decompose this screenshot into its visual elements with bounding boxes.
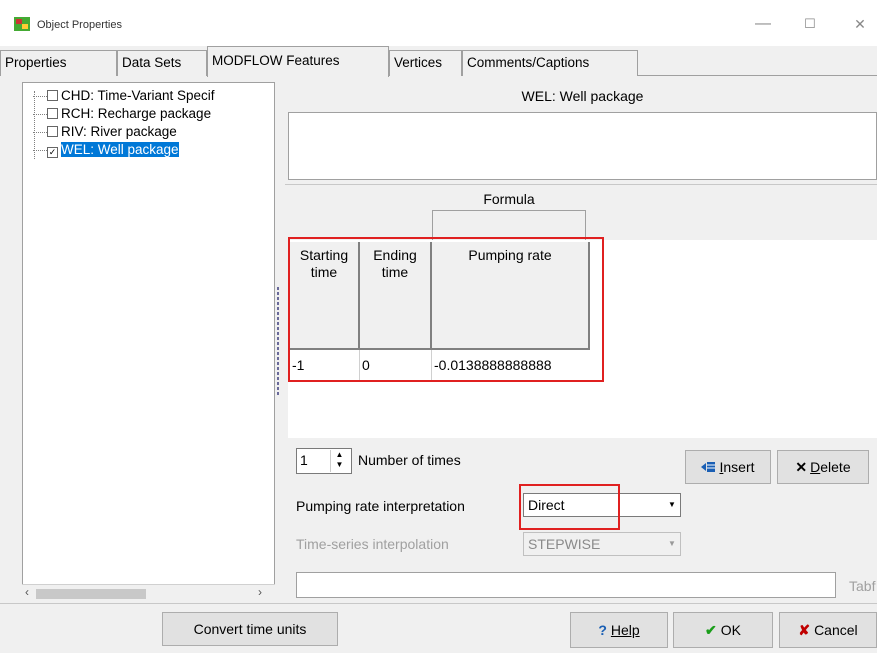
- chevron-down-icon: ▼: [668, 539, 676, 548]
- checkbox-chd[interactable]: [47, 90, 58, 101]
- splitter-grip-icon: [277, 287, 279, 397]
- tab-modflow-features[interactable]: MODFLOW Features: [207, 46, 389, 77]
- package-description-box[interactable]: [288, 112, 877, 180]
- insert-label: Insert: [719, 459, 755, 475]
- scroll-thumb[interactable]: [36, 589, 146, 599]
- title-bar: Object Properties — ☐ ✕: [0, 0, 877, 46]
- tab-data-sets[interactable]: Data Sets: [117, 50, 207, 76]
- maximize-button[interactable]: ☐: [795, 12, 825, 36]
- tree-horizontal-scrollbar[interactable]: ‹ ›: [22, 584, 275, 602]
- window-title: Object Properties: [37, 19, 122, 31]
- tab-text-field[interactable]: [296, 572, 836, 598]
- delete-label: Delete: [810, 459, 851, 475]
- tree-item-chd[interactable]: CHD: Time-Variant Specif: [23, 87, 215, 105]
- number-of-times-value[interactable]: 1: [300, 452, 308, 468]
- minimize-button[interactable]: —: [748, 12, 778, 36]
- help-button[interactable]: ? Help: [570, 612, 668, 648]
- time-series-interpolation-select: STEPWISE: [523, 532, 681, 556]
- insert-button[interactable]: Insert: [685, 450, 771, 484]
- feature-tree[interactable]: CHD: Time-Variant Specif RCH: Recharge p…: [22, 82, 275, 602]
- ok-button[interactable]: ✔ OK: [673, 612, 773, 648]
- tree-item-label: CHD: Time-Variant Specif: [61, 88, 215, 103]
- checkbox-rch[interactable]: [47, 108, 58, 119]
- panel-splitter[interactable]: [275, 82, 285, 602]
- cancel-x-icon: ✘: [798, 622, 811, 638]
- formula-label: Formula: [483, 191, 535, 207]
- delete-button[interactable]: ✕ Delete: [777, 450, 869, 484]
- checkbox-wel[interactable]: ✓: [47, 147, 58, 158]
- formula-field[interactable]: [432, 210, 586, 240]
- help-icon: ?: [598, 622, 607, 638]
- number-of-times-label: Number of times: [358, 452, 461, 468]
- chevron-down-icon[interactable]: ▼: [665, 495, 679, 515]
- tree-item-riv[interactable]: RIV: River package: [23, 123, 177, 141]
- close-button[interactable]: ✕: [845, 12, 875, 36]
- interpretation-highlight-box: [519, 484, 620, 530]
- tab-vertices[interactable]: Vertices: [389, 50, 462, 76]
- checkbox-riv[interactable]: [47, 126, 58, 137]
- cancel-button[interactable]: ✘ Cancel: [779, 612, 877, 648]
- tree-item-wel[interactable]: ✓ WEL: Well package: [23, 141, 179, 159]
- package-header: WEL: Well package: [521, 88, 644, 104]
- tree-item-label: RIV: River package: [61, 124, 177, 139]
- tab-comments-captions[interactable]: Comments/Captions: [462, 50, 638, 76]
- tree-item-label: WEL: Well package: [61, 142, 179, 157]
- delete-x-icon: ✕: [795, 459, 808, 475]
- pumping-rate-interpretation-label: Pumping rate interpretation: [296, 498, 465, 514]
- tree-item-rch[interactable]: RCH: Recharge package: [23, 105, 211, 123]
- tab-bar: Properties Data Sets MODFLOW Features Ve…: [0, 46, 877, 77]
- checkmark-icon: ✔: [705, 622, 717, 638]
- grid-highlight-box: [288, 237, 604, 382]
- convert-time-units-button[interactable]: Convert time units: [162, 612, 338, 646]
- tab-label-partial: Tabf: [849, 578, 876, 594]
- spin-arrows-icon[interactable]: ▲ ▼: [330, 450, 348, 472]
- tab-properties[interactable]: Properties: [0, 50, 117, 76]
- insert-row-icon: [701, 462, 716, 472]
- help-label: Help: [610, 622, 640, 638]
- ok-label: OK: [720, 622, 741, 638]
- app-icon: [14, 17, 30, 31]
- scroll-right-icon[interactable]: ›: [258, 585, 262, 599]
- time-series-interpolation-label: Time-series interpolation: [296, 536, 449, 552]
- cancel-label: Cancel: [814, 622, 858, 638]
- scroll-left-icon[interactable]: ‹: [25, 585, 29, 599]
- tree-item-label: RCH: Recharge package: [61, 106, 212, 121]
